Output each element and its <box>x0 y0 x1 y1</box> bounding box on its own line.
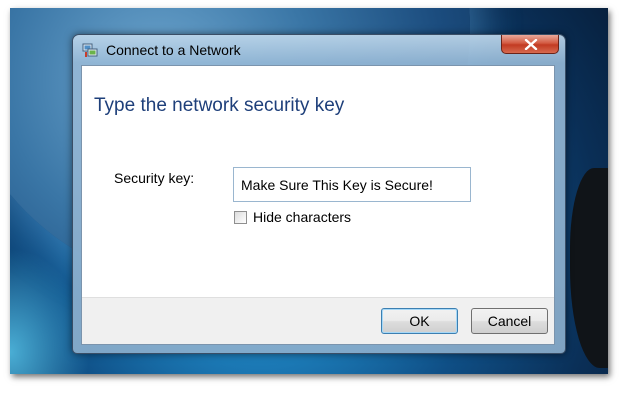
dialog-content: Type the network security key Security k… <box>81 65 555 345</box>
wallpaper-rock <box>570 168 608 368</box>
security-key-label: Security key: <box>114 170 195 186</box>
network-connection-icon <box>82 42 98 58</box>
close-button[interactable] <box>501 35 559 54</box>
hide-characters-option[interactable]: Hide characters <box>234 208 351 226</box>
connect-to-network-dialog: Connect to a Network Type the network se… <box>72 34 566 354</box>
hide-characters-checkbox[interactable] <box>234 210 247 224</box>
security-key-input[interactable] <box>233 167 471 202</box>
dialog-heading: Type the network security key <box>94 95 345 116</box>
close-icon <box>524 39 538 50</box>
hide-characters-label[interactable]: Hide characters <box>253 209 351 225</box>
ok-button[interactable]: OK <box>381 308 458 334</box>
cancel-button[interactable]: Cancel <box>471 308 548 334</box>
window-title: Connect to a Network <box>106 42 241 58</box>
dialog-footer: OK Cancel <box>82 297 554 344</box>
title-bar[interactable]: Connect to a Network <box>73 35 565 65</box>
